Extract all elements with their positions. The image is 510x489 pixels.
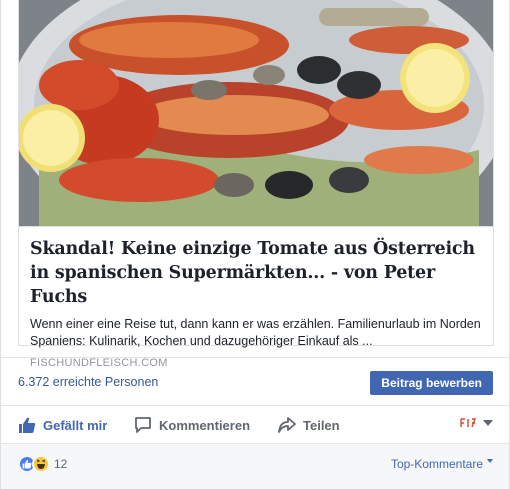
share-icon [277,415,297,435]
reach-count-link[interactable]: 6.372 erreichte Personen [18,375,158,389]
share-label: Teilen [303,417,340,433]
comment-label: Kommentieren [159,417,251,433]
comment-icon [133,415,153,435]
share-button[interactable]: Teilen [277,415,340,435]
post-stats-bar: 6.372 erreichte Personen Beitrag bewerbe… [1,357,509,407]
link-preview[interactable]: Skandal! Keine einzige Tomate aus Österr… [18,0,494,369]
comment-sort-label: Top-Kommentare [390,457,483,471]
boost-post-button[interactable]: Beitrag bewerben [370,371,493,395]
action-bar: Gefällt mir Kommentieren Teilen [1,405,509,443]
comment-sort-dropdown[interactable]: Top-Kommentare [391,457,493,471]
reactions-bar: 12 Top-Kommentare [1,443,509,489]
like-button[interactable]: Gefällt mir [17,415,107,435]
page-avatar-icon [459,416,477,430]
chevron-down-icon [487,459,493,463]
preview-text[interactable]: Skandal! Keine einzige Tomate aus Österr… [19,226,493,369]
reaction-identity-selector[interactable] [459,416,493,430]
thumbs-up-icon [17,415,37,435]
reaction-count[interactable]: 12 [54,457,67,471]
comment-button[interactable]: Kommentieren [133,415,250,435]
preview-description: Wenn einer eine Reise tut, dann kann er … [30,317,481,348]
haha-reaction-icon [32,455,50,473]
seafood-platter-image [19,0,493,226]
preview-image[interactable] [19,0,493,226]
preview-headline[interactable]: Skandal! Keine einzige Tomate aus Österr… [30,237,482,309]
like-label: Gefällt mir [43,417,108,433]
post-card: Skandal! Keine einzige Tomate aus Österr… [0,0,510,489]
chevron-down-icon [483,420,493,426]
reaction-icons[interactable] [18,455,50,473]
